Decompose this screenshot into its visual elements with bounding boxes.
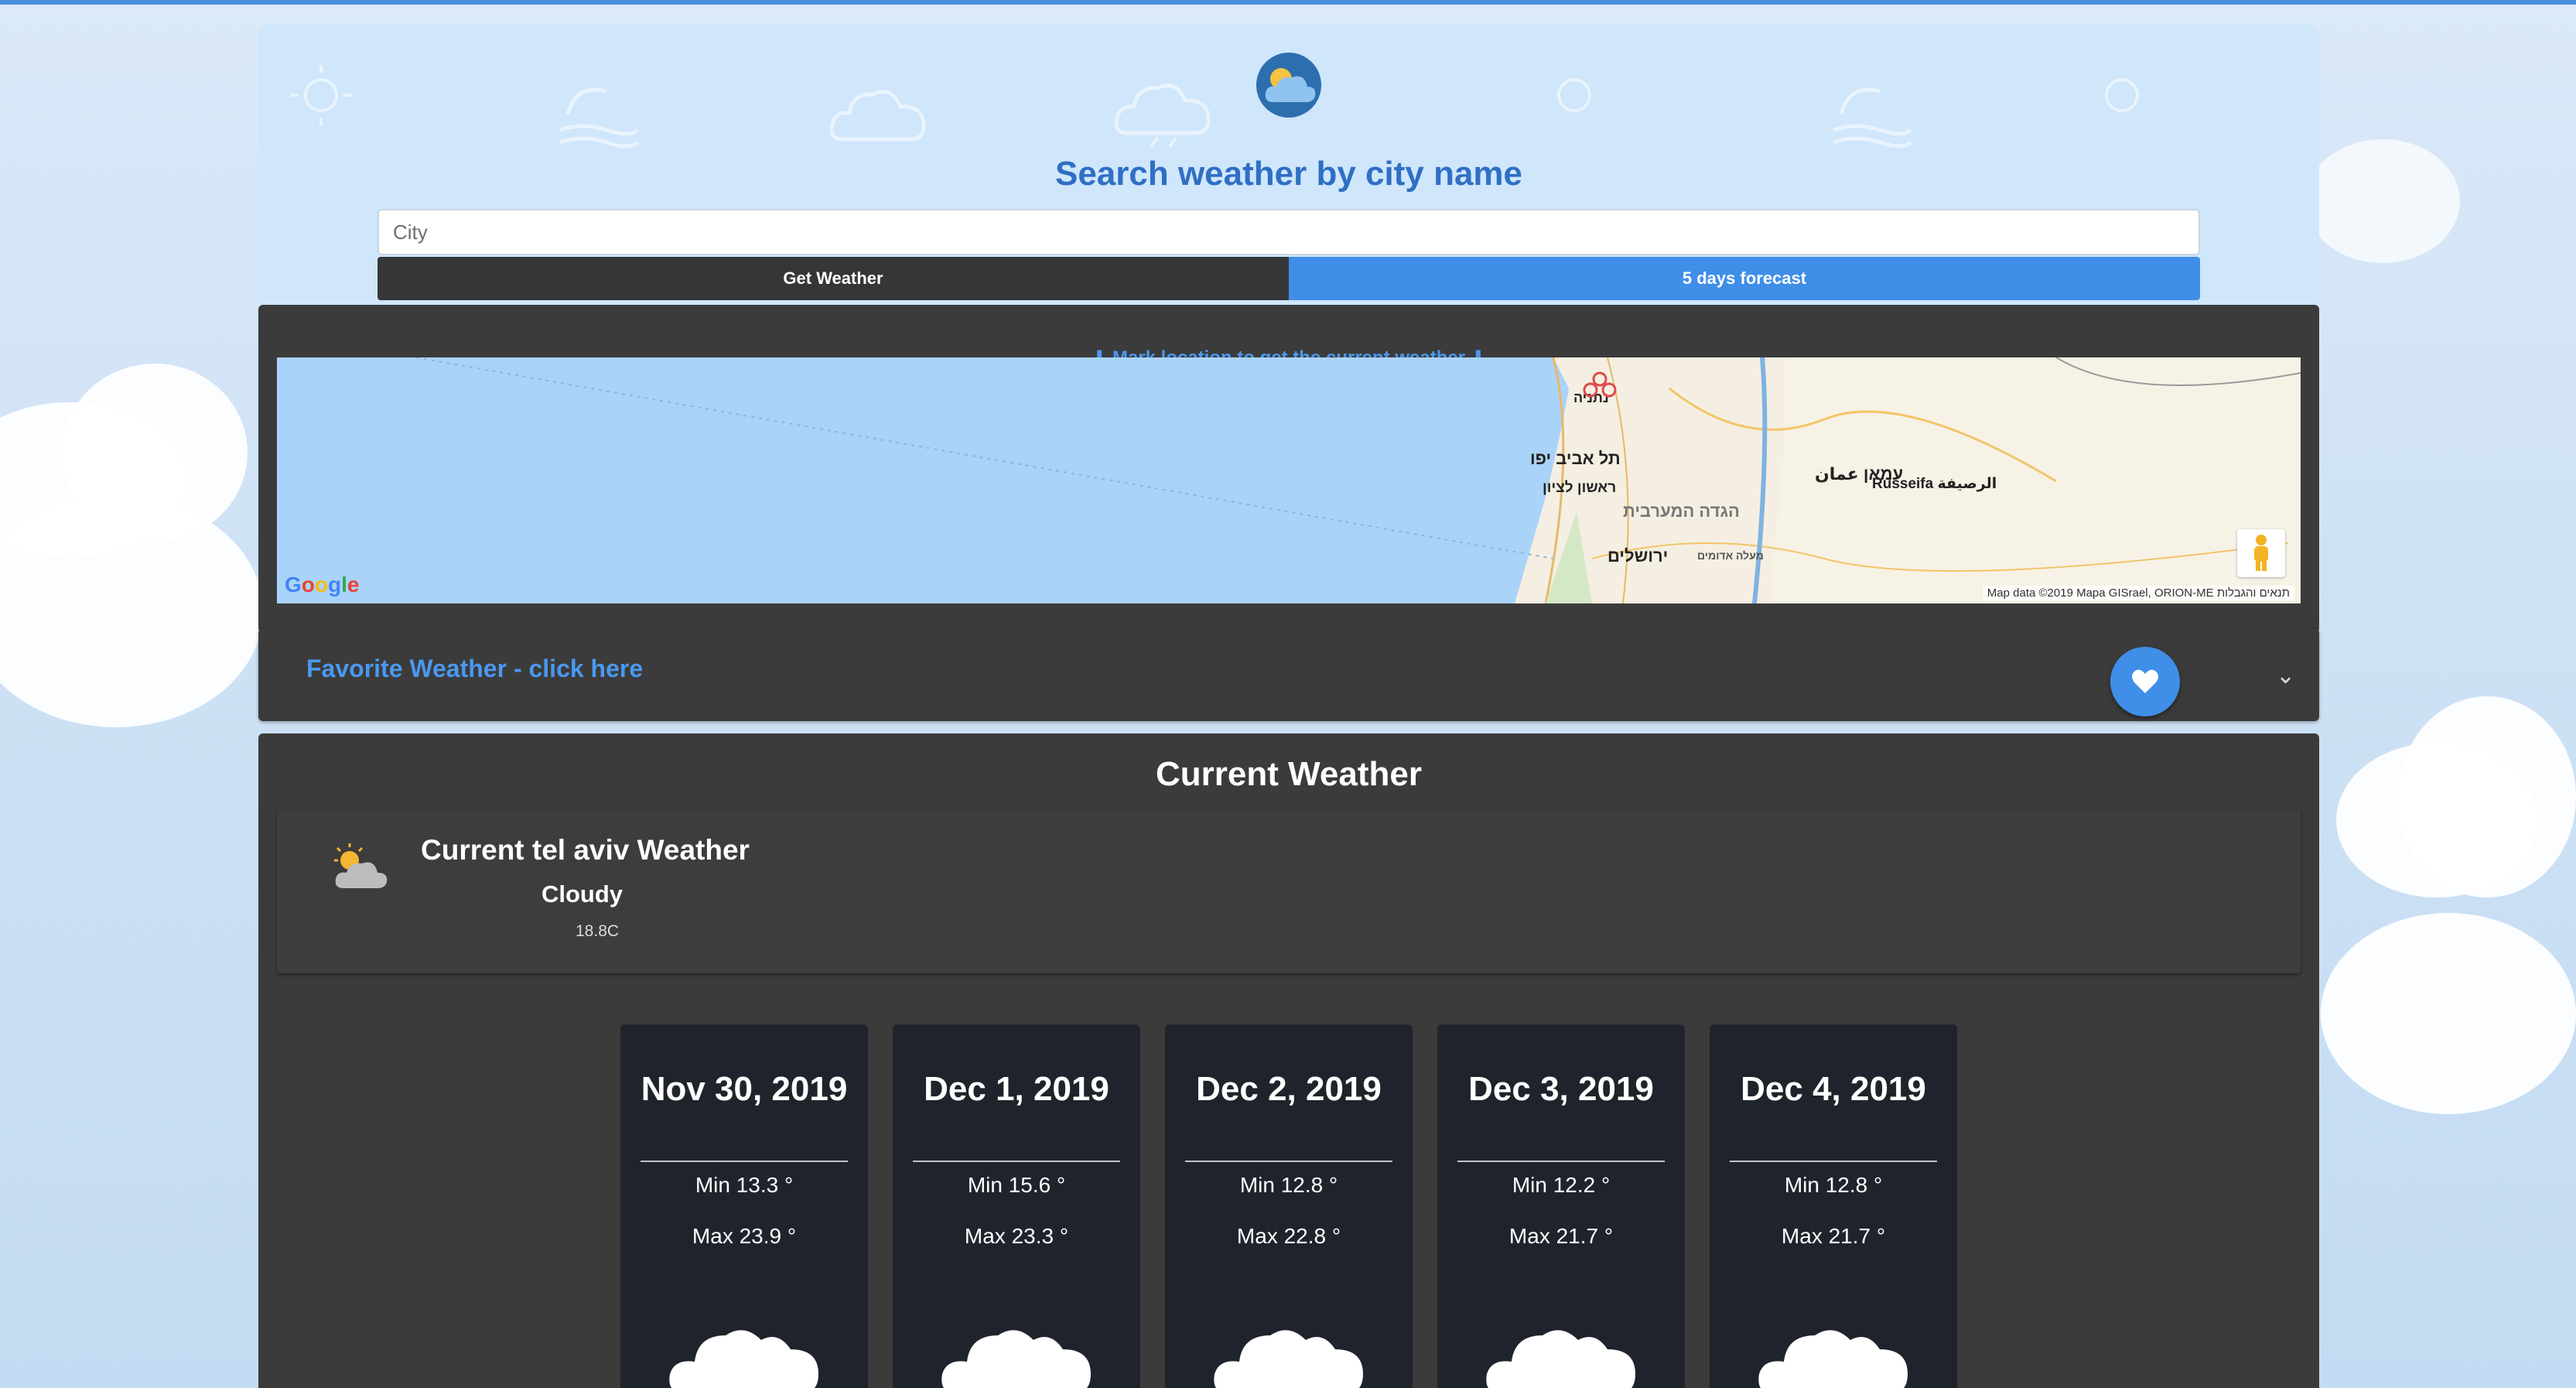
forecast-max: Max 21.7 ° — [1508, 1224, 1614, 1248]
get-weather-button[interactable]: Get Weather — [378, 257, 1289, 300]
map-label-westbank: הגדה המערבית — [1623, 501, 1740, 521]
current-weather-card: Current tel aviv Weather Cloudy 18.8C — [277, 809, 2301, 973]
sun-decoration-icon — [1557, 78, 1591, 112]
cloud-decoration-icon — [829, 90, 926, 142]
background-cloud — [2398, 696, 2576, 897]
sun-decoration-icon — [2105, 78, 2139, 112]
top-accent-line — [0, 0, 2576, 5]
forecast-card: Nov 30, 2019 Min 13.3 ° Max 23.9 ° — [620, 1024, 868, 1388]
divider — [1457, 1161, 1665, 1162]
heart-icon — [2132, 669, 2158, 693]
forecast-min: Min 12.2 ° — [1512, 1173, 1611, 1197]
forecast-min: Min 12.8 ° — [1239, 1173, 1338, 1197]
forecast-min: Min 13.3 ° — [695, 1173, 794, 1197]
wind-decoration-icon — [559, 87, 639, 149]
favorite-weather-link[interactable]: Favorite Weather - click here — [306, 655, 643, 683]
sun-decoration-icon — [291, 65, 351, 125]
wind-decoration-icon — [1833, 87, 1912, 149]
divider — [641, 1161, 848, 1162]
current-temperature: 18.8C — [576, 922, 620, 940]
map-label-jerusalem: ירושלים — [1607, 546, 1669, 566]
search-title: Search weather by city name — [1054, 155, 1523, 193]
forecast-card: Dec 4, 2019 Min 12.8 ° Max 21.7 ° — [1710, 1024, 1957, 1388]
map-land-shape — [415, 357, 2301, 603]
forecast-card: Dec 2, 2019 Min 12.8 ° Max 22.8 ° — [1165, 1024, 1413, 1388]
forecast-max: Max 23.9 ° — [692, 1224, 797, 1248]
divider — [1185, 1161, 1392, 1162]
map-credit: Map data ©2019 Mapa GISrael, ORION-ME תנ… — [1982, 586, 2294, 600]
forecast-date: Dec 3, 2019 — [1468, 1070, 1654, 1108]
forecast-date: Dec 2, 2019 — [1196, 1070, 1382, 1108]
background-cloud — [0, 495, 263, 727]
cloud-icon — [1758, 1330, 1908, 1388]
app-logo-cloud-sun-icon — [1256, 53, 1321, 118]
forecast-card: Dec 1, 2019 Min 15.6 ° Max 23.3 ° — [893, 1024, 1140, 1388]
street-view-pegman-icon[interactable] — [2237, 529, 2285, 577]
city-input[interactable] — [378, 209, 2200, 255]
forecast-min: Min 12.8 ° — [1784, 1173, 1883, 1197]
google-logo: Google — [285, 573, 360, 597]
favorites-panel[interactable]: Favorite Weather - click here ⌄ — [258, 628, 2319, 721]
forecast-date: Dec 4, 2019 — [1741, 1070, 1926, 1108]
chevron-down-icon[interactable]: ⌄ — [2276, 662, 2295, 689]
divider — [1730, 1161, 1937, 1162]
cloud-sun-decoration-icon — [1114, 84, 1211, 149]
current-condition: Cloudy — [542, 880, 624, 908]
map-label-russeifa: Russeifa الرصيفة — [1872, 476, 1997, 492]
map-label-maale: מעלה אדומים — [1697, 549, 1764, 562]
partly-cloudy-icon — [334, 843, 388, 888]
forecast-date: Dec 1, 2019 — [924, 1070, 1109, 1108]
background-cloud — [2321, 913, 2576, 1114]
current-weather-panel: Current Weather Current tel aviv Weather… — [258, 733, 2319, 1388]
cloud-icon — [1214, 1330, 1363, 1388]
map-label-rishon: ראשון לציון — [1543, 480, 1617, 496]
forecast-max: Max 21.7 ° — [1781, 1224, 1886, 1248]
cloud-icon — [1486, 1330, 1635, 1388]
map-pin-icon — [1583, 371, 1617, 398]
map-label-tel-aviv: תל אביב יפו — [1530, 449, 1621, 468]
search-card: Search weather by city name Get Weather … — [258, 25, 2319, 305]
background-cloud — [2305, 139, 2460, 263]
forecast-max: Max 23.3 ° — [964, 1224, 1069, 1248]
forecast-max: Max 22.8 ° — [1236, 1224, 1341, 1248]
five-days-forecast-button[interactable]: 5 days forecast — [1289, 257, 2200, 300]
forecast-card: Dec 3, 2019 Min 12.2 ° Max 21.7 ° — [1437, 1024, 1685, 1388]
forecast-date: Nov 30, 2019 — [641, 1070, 848, 1108]
main-container: Search weather by city name Get Weather … — [258, 25, 2319, 1388]
cloud-icon — [669, 1330, 818, 1388]
favorite-button[interactable] — [2110, 647, 2180, 716]
forecast-min: Min 15.6 ° — [967, 1173, 1066, 1197]
location-map[interactable]: נתניה תל אביב יפו ראשון לציון הגדה המערב… — [277, 357, 2301, 603]
cloud-icon — [941, 1330, 1091, 1388]
current-weather-heading: Current Weather — [1156, 755, 1422, 793]
divider — [913, 1161, 1120, 1162]
current-city-title: Current tel aviv Weather — [421, 834, 750, 866]
